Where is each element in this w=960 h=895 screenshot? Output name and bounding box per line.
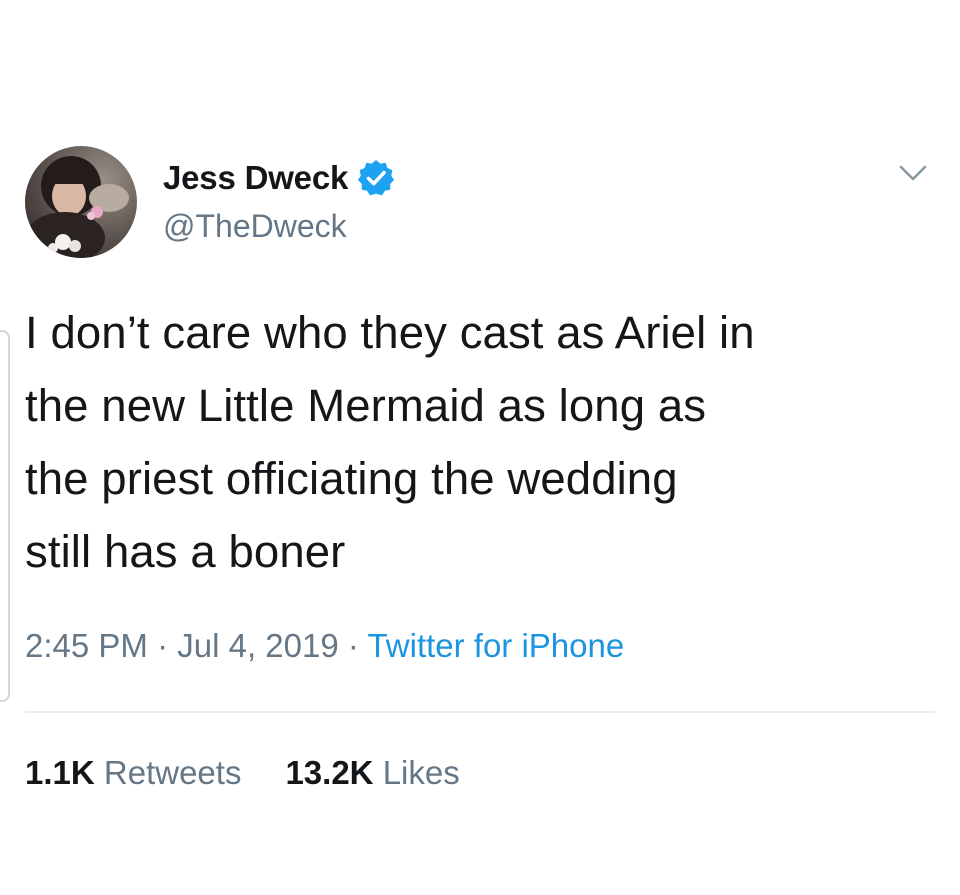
tweet-card: Jess Dweck @TheDweck I don’t care who th… <box>0 0 960 895</box>
meta-separator: · <box>147 627 178 664</box>
likes-label: Likes <box>382 754 460 791</box>
chevron-down-icon[interactable] <box>893 158 933 188</box>
retweets-stat[interactable]: 1.1K Retweets <box>25 754 241 791</box>
left-edge-border <box>0 330 10 702</box>
tweet-time[interactable]: 2:45 PM <box>25 627 148 664</box>
retweets-count: 1.1K <box>25 754 95 791</box>
likes-count: 13.2K <box>285 754 374 791</box>
meta-separator: · <box>338 627 368 664</box>
retweets-label: Retweets <box>103 754 242 791</box>
author-display-name[interactable]: Jess Dweck <box>163 159 348 197</box>
tweet-source-link[interactable]: Twitter for iPhone <box>367 627 624 664</box>
author-name-row: Jess Dweck <box>163 156 396 200</box>
tweet-text: I don’t care who they cast as Ariel in t… <box>25 307 755 577</box>
tweet-stats: 1.1K Retweets 13.2K Likes <box>25 754 504 792</box>
likes-stat[interactable]: 13.2K Likes <box>285 754 459 791</box>
divider <box>25 711 935 713</box>
avatar-photo <box>25 146 137 258</box>
tweet-meta: 2:45 PM · Jul 4, 2019 · Twitter for iPho… <box>25 627 624 665</box>
tweet-date[interactable]: Jul 4, 2019 <box>177 627 338 664</box>
avatar[interactable] <box>25 146 137 258</box>
verified-badge-icon <box>356 158 396 198</box>
author-handle[interactable]: @TheDweck <box>163 208 347 245</box>
